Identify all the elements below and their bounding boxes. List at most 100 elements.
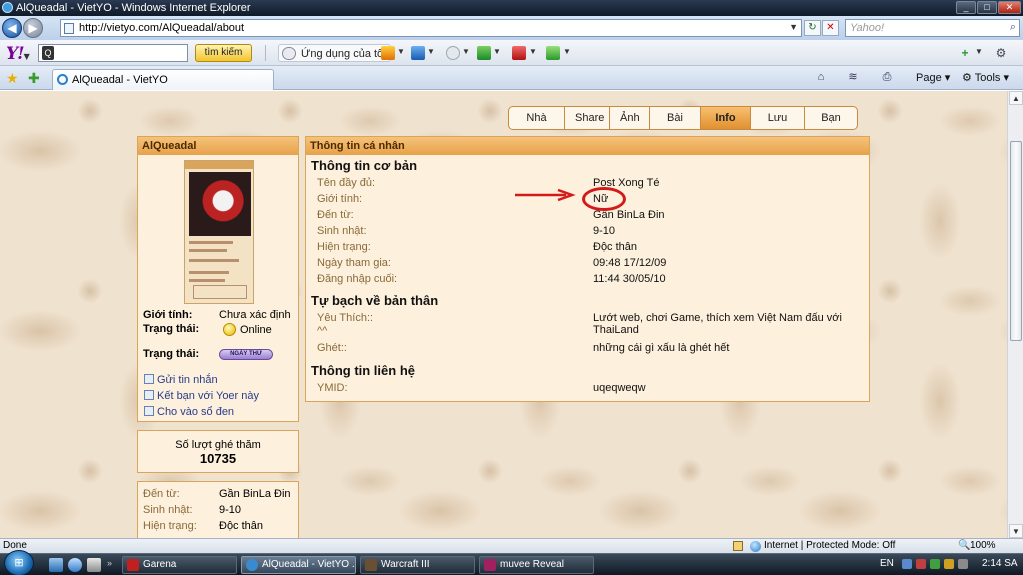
scroll-up-arrow[interactable]: ▲ — [1009, 91, 1023, 105]
annotation-arrow — [515, 189, 576, 201]
stop-button[interactable]: ✕ — [822, 20, 839, 36]
messenger-icon[interactable] — [446, 46, 460, 60]
tray-icon[interactable] — [930, 559, 940, 569]
windows-taskbar: ⊞ » Garena AlQueadal - VietYO ... Warcra… — [0, 550, 1023, 575]
chevron-down-icon[interactable]: ▼ — [975, 47, 983, 56]
taskbar-item-garena[interactable]: Garena — [122, 556, 237, 574]
scroll-thumb[interactable] — [1010, 141, 1022, 341]
chevron-down-icon[interactable]: ▼ — [427, 47, 435, 56]
warcraft-icon — [365, 559, 377, 571]
home-icon[interactable]: ⌂ — [814, 70, 828, 84]
ie-icon — [246, 559, 258, 571]
maximize-button[interactable]: □ — [977, 1, 997, 14]
back-button[interactable]: ◀ — [2, 18, 22, 38]
mail-icon[interactable] — [411, 46, 425, 60]
security-icon — [733, 541, 743, 551]
tray-icon[interactable] — [902, 559, 912, 569]
yahoo-logo[interactable]: Y!▼ — [6, 44, 30, 64]
add-icon[interactable]: + — [957, 45, 973, 61]
blacklist-link[interactable]: Cho vào sổ đen — [144, 406, 234, 418]
my-apps-label: Ứng dụng của tôi — [301, 48, 386, 60]
chevron-down-icon[interactable]: ▼ — [789, 22, 798, 32]
chevron-down-icon[interactable]: ▼ — [493, 47, 501, 56]
ie-quicklaunch-icon[interactable] — [68, 558, 82, 572]
toolbar-divider — [265, 45, 266, 61]
close-button[interactable]: ✕ — [998, 1, 1021, 14]
favorites-star-icon[interactable]: ★ — [6, 70, 19, 87]
taskbar-item-ie[interactable]: AlQueadal - VietYO ... — [241, 556, 356, 574]
status-bar: Done Internet | Protected Mode: Off 🔍 10… — [0, 538, 1023, 553]
extra-row: Đến từ: Gần BinLa Đin — [143, 488, 291, 500]
add-favorite-icon[interactable]: ✚ — [28, 70, 40, 87]
yahoo-search-icon: Q — [42, 46, 54, 60]
yahoo-search-button[interactable]: tìm kiếm — [195, 44, 252, 62]
tab-photos[interactable]: Ảnh — [610, 107, 650, 129]
mood-badge: NGÀY THỨ — [219, 349, 273, 360]
tray-icon[interactable] — [944, 559, 954, 569]
chevron-down-icon[interactable]: ▼ — [397, 47, 405, 56]
profile-nav-tabs: Nhà Share Ảnh Bài viết Info Lưu bút Bạn … — [508, 106, 858, 130]
gear-icon[interactable]: ⚙ — [993, 45, 1009, 61]
status-label: Trạng thái: — [143, 323, 200, 335]
add-friend-link[interactable]: Kết bạn với Yoer này — [144, 390, 259, 402]
zoom-icon[interactable]: 🔍 — [958, 540, 970, 551]
browser-tab[interactable]: AlQueadal - VietYO — [52, 69, 274, 90]
chevron-down-icon[interactable]: ▼ — [462, 47, 470, 56]
visit-counter-label: Số lượt ghé thăm — [175, 439, 261, 451]
chevron-right-icon[interactable]: » — [107, 558, 112, 568]
my-apps-button[interactable]: Ứng dụng của tôi — [278, 44, 391, 62]
taskbar-item-muvee[interactable]: muvee Reveal — [479, 556, 594, 574]
language-indicator[interactable]: EN — [880, 558, 894, 569]
taskbar-item-warcraft[interactable]: Warcraft III — [360, 556, 475, 574]
clock[interactable]: 2:14 SA — [982, 558, 1018, 569]
add-friend-icon — [144, 390, 154, 400]
visit-counter: Số lượt ghé thăm 10735 — [137, 430, 299, 473]
tools-menu[interactable]: ⚙ Tools ▾ — [962, 71, 1009, 84]
tab-guestbook[interactable]: Lưu bút — [751, 107, 805, 129]
print-icon[interactable]: ⎙ — [880, 70, 894, 84]
tab-info[interactable]: Info — [701, 107, 751, 129]
search-icon[interactable]: ⌕ — [1010, 21, 1016, 34]
window-title: AlQueadal - VietYO - Windows Internet Ex… — [16, 2, 251, 14]
tab-home[interactable]: Nhà — [509, 107, 565, 129]
feeds-icon[interactable]: ≋ — [846, 70, 860, 84]
page-icon — [64, 23, 74, 34]
page-menu-label: Page — [916, 72, 942, 84]
send-message-link[interactable]: Gửi tin nhắn — [144, 374, 218, 386]
volume-icon[interactable] — [958, 559, 968, 569]
gender-label: Giới tính: — [143, 309, 193, 321]
avatar[interactable] — [184, 160, 254, 304]
tab-friends[interactable]: Bạn bè — [805, 107, 857, 129]
tools-menu-label: Tools — [974, 72, 1001, 84]
forward-button[interactable]: ▶ — [23, 18, 43, 38]
chevron-down-icon[interactable]: ▼ — [563, 47, 571, 56]
personal-info-panel: Thông tin cá nhân Thông tin cơ bản Tên đ… — [305, 136, 870, 402]
extra-row: Hiện trạng: Độc thân — [143, 520, 264, 532]
contact-title: Thông tin liên hệ — [311, 363, 415, 378]
share-icon[interactable] — [546, 46, 560, 60]
profile-username: AlQueadal — [138, 137, 298, 155]
search-input[interactable]: Yahoo! ⌕ — [845, 19, 1020, 37]
tray-icon[interactable] — [916, 559, 926, 569]
vertical-scrollbar[interactable]: ▲ ▼ — [1007, 91, 1023, 538]
games-icon[interactable] — [477, 46, 491, 60]
scroll-down-arrow[interactable]: ▼ — [1009, 524, 1023, 538]
url-input[interactable]: http://vietyo.com/AlQueadal/about ▼ — [60, 19, 802, 37]
show-desktop-icon[interactable] — [49, 558, 63, 572]
chevron-down-icon[interactable]: ▼ — [529, 47, 537, 56]
tab-share[interactable]: Share — [565, 107, 610, 129]
ie-icon — [2, 2, 13, 13]
start-button[interactable]: ⊞ — [4, 550, 34, 575]
dice-icon[interactable] — [512, 46, 526, 60]
switch-windows-icon[interactable] — [87, 558, 101, 572]
bookmark-icon[interactable] — [381, 46, 395, 60]
chevron-down-icon: ▼ — [23, 51, 30, 61]
minimize-button[interactable]: _ — [956, 1, 976, 14]
yahoo-search-input[interactable]: Q — [38, 44, 188, 62]
avatar-mini-views — [193, 285, 247, 299]
page-menu[interactable]: Page ▾ — [916, 71, 950, 84]
annotation-circle — [582, 187, 626, 211]
tab-posts[interactable]: Bài viết — [650, 107, 701, 129]
zoom-level[interactable]: 100% — [970, 540, 996, 551]
refresh-button[interactable]: ↻ — [804, 20, 821, 36]
